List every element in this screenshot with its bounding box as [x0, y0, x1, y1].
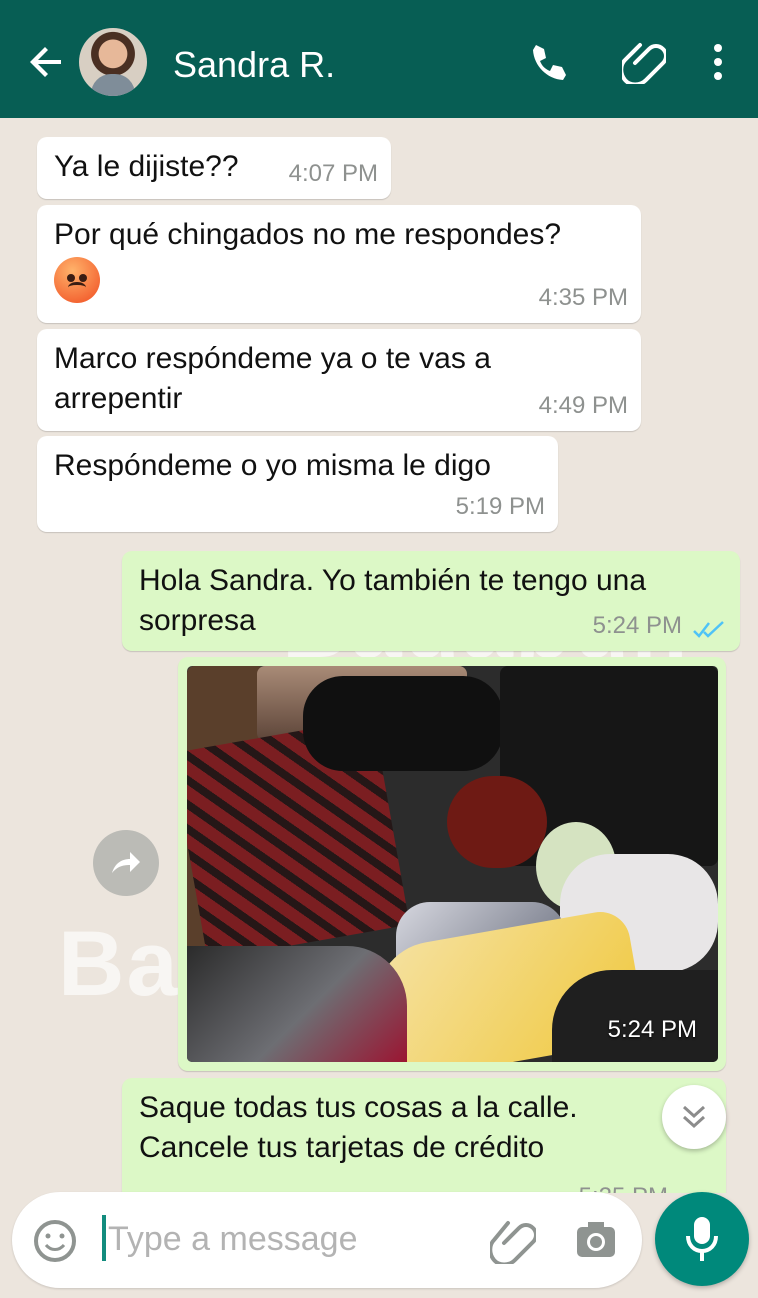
voice-message-button[interactable] [655, 1192, 749, 1286]
message-time: 4:07 PM [288, 160, 378, 187]
message-time: 4:49 PM [538, 392, 628, 419]
message-time: 5:19 PM [455, 493, 545, 520]
photo-time: 5:24 PM [607, 1016, 697, 1043]
message-text: Por qué chingados no me respondes? [54, 218, 562, 251]
more-options-icon[interactable] [698, 40, 742, 84]
message-time: 4:35 PM [538, 284, 628, 311]
message-text: Marco respóndeme ya o te vas a arrepenti… [54, 342, 491, 415]
back-arrow-icon[interactable] [26, 40, 70, 84]
angry-face-emoji-icon [54, 257, 100, 303]
chat-area: Badabun Badabun Badabun Ya le dijiste?? … [0, 118, 758, 1193]
contact-name[interactable]: Sandra R. [173, 43, 335, 87]
forward-button[interactable] [93, 830, 159, 896]
chat-header: Sandra R. [0, 0, 758, 118]
forward-arrow-icon [112, 852, 140, 873]
double-chevron-down-icon [682, 1105, 706, 1129]
message-photo[interactable]: 5:24 PM [187, 666, 718, 1062]
outgoing-message[interactable]: Hola Sandra. Yo también te tengo una sor… [122, 551, 740, 651]
incoming-message[interactable]: Por qué chingados no me respondes? 4:35 … [37, 205, 641, 323]
message-text: Respóndeme o yo misma le digo [54, 449, 491, 482]
message-time: 5:24 PM [592, 612, 682, 639]
contact-avatar[interactable] [79, 28, 147, 96]
outgoing-message[interactable]: Saque todas tus cosas a la calle. Cancel… [122, 1078, 726, 1193]
text-cursor [102, 1215, 106, 1261]
attachment-icon[interactable] [490, 1218, 536, 1264]
message-text: Saque todas tus cosas a la calle. Cancel… [139, 1091, 578, 1164]
camera-icon[interactable] [572, 1217, 620, 1265]
emoji-icon[interactable] [32, 1218, 78, 1264]
phone-icon[interactable] [526, 40, 570, 84]
scroll-down-button[interactable] [662, 1085, 726, 1149]
incoming-message[interactable]: Marco respóndeme ya o te vas a arrepenti… [37, 329, 641, 431]
message-input[interactable] [108, 1217, 458, 1261]
incoming-message[interactable]: Ya le dijiste?? 4:07 PM [37, 137, 391, 199]
read-receipt-icon [693, 621, 724, 638]
incoming-message[interactable]: Respóndeme o yo misma le digo 5:19 PM [37, 436, 558, 532]
message-composer [12, 1192, 642, 1288]
attach-icon[interactable] [622, 40, 666, 84]
microphone-icon [686, 1217, 718, 1261]
outgoing-image-message[interactable]: 5:24 PM [178, 657, 726, 1071]
